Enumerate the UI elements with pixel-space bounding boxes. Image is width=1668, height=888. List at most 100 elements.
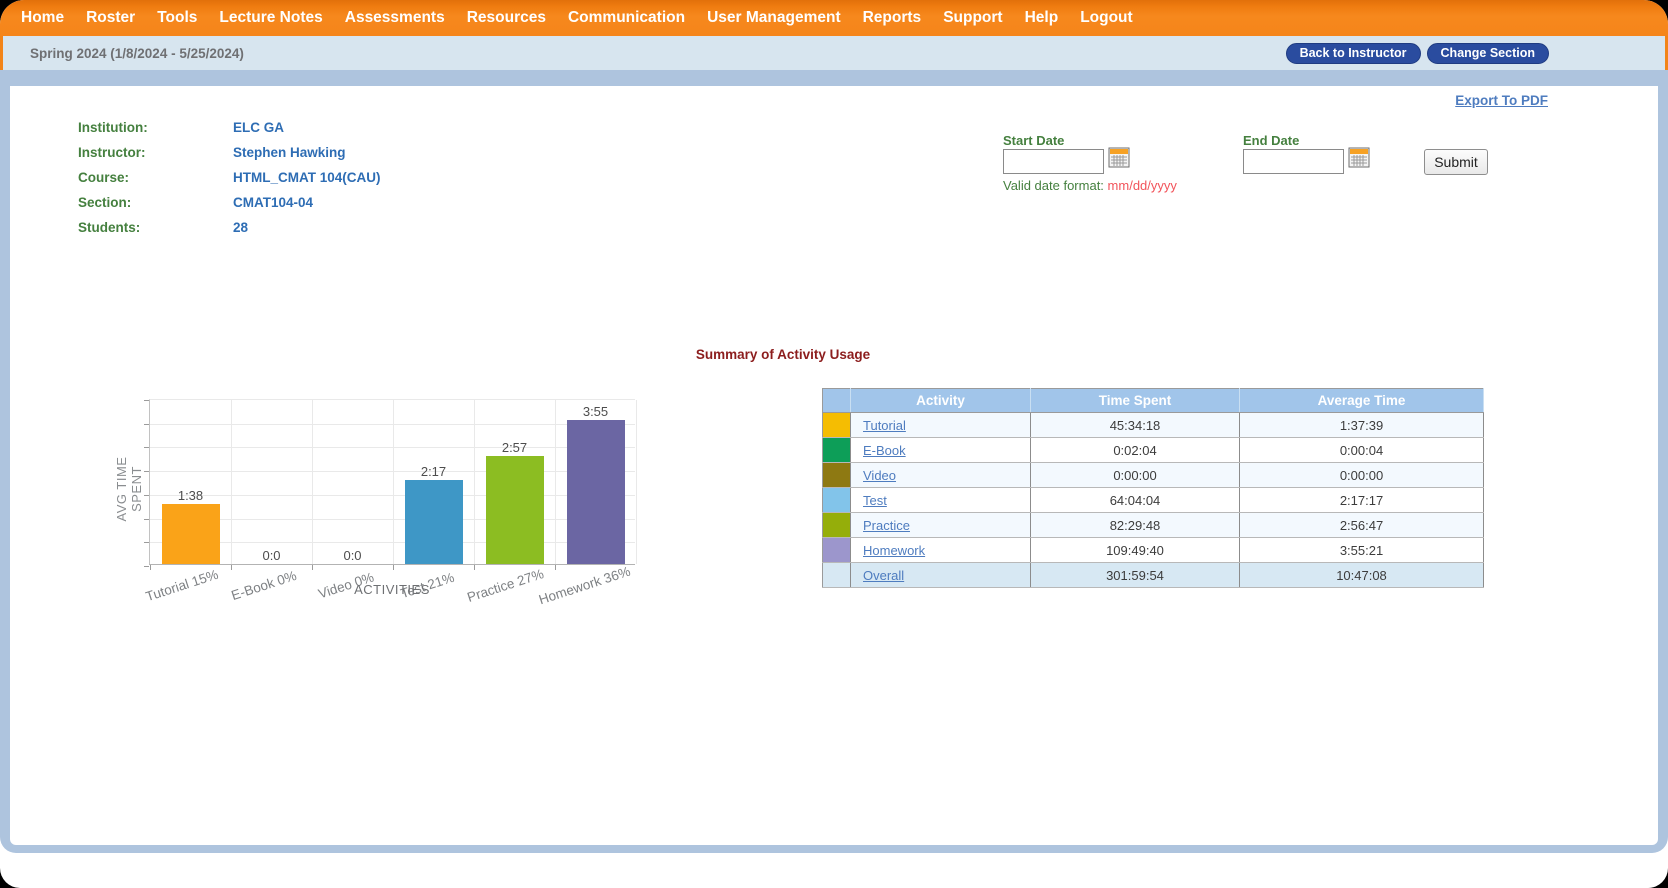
nav-item-roster[interactable]: Roster bbox=[75, 9, 146, 27]
nav-item-user-management[interactable]: User Management bbox=[696, 9, 852, 27]
bar-value-label: 0:0 bbox=[262, 548, 280, 563]
content-panel: Export To PDF Institution:ELC GAInstruct… bbox=[10, 86, 1658, 845]
cell-time-spent: 0:02:04 bbox=[1031, 438, 1240, 463]
bar-homework bbox=[567, 420, 625, 564]
chart-x-tick bbox=[312, 565, 313, 570]
cell-average-time: 2:17:17 bbox=[1240, 488, 1484, 513]
nav-item-reports[interactable]: Reports bbox=[852, 9, 933, 27]
cell-activity: Overall bbox=[851, 563, 1031, 588]
info-value-instructor: Stephen Hawking bbox=[233, 145, 381, 160]
bar-tutorial bbox=[162, 504, 220, 564]
activity-link-video[interactable]: Video bbox=[863, 468, 896, 483]
season-bar: Spring 2024 (1/8/2024 - 5/25/2024) Back … bbox=[0, 36, 1668, 70]
submit-button[interactable]: Submit bbox=[1424, 149, 1488, 175]
chart-y-tick bbox=[144, 447, 149, 448]
nav-item-logout[interactable]: Logout bbox=[1069, 9, 1144, 27]
activity-link-practice[interactable]: Practice bbox=[863, 518, 910, 533]
cell-average-time: 2:56:47 bbox=[1240, 513, 1484, 538]
bar-value-label: 3:55 bbox=[583, 404, 608, 419]
chart-x-tick bbox=[150, 565, 151, 570]
chart-x-axis-label: ACTIVITIES bbox=[242, 582, 542, 597]
bar-test bbox=[405, 480, 463, 564]
color-swatch bbox=[823, 488, 850, 512]
category-label-homework: Homework 36% bbox=[536, 564, 631, 608]
activity-link-overall[interactable]: Overall bbox=[863, 568, 904, 583]
chart-x-tick bbox=[231, 565, 232, 570]
column-header-time-spent: Time Spent bbox=[1031, 389, 1240, 413]
nav-item-support[interactable]: Support bbox=[932, 9, 1013, 27]
cell-time-spent: 45:34:18 bbox=[1031, 413, 1240, 438]
activity-link-homework[interactable]: Homework bbox=[863, 543, 925, 558]
table-header-row: ActivityTime SpentAverage Time bbox=[823, 389, 1484, 413]
cell-average-time: 0:00:04 bbox=[1240, 438, 1484, 463]
season-label: Spring 2024 (1/8/2024 - 5/25/2024) bbox=[30, 46, 244, 61]
chart-gridline bbox=[555, 400, 556, 564]
chart-gridline bbox=[474, 400, 475, 564]
cell-activity: Test bbox=[851, 488, 1031, 513]
bar-value-label: 2:57 bbox=[502, 440, 527, 455]
chart-gridline bbox=[636, 400, 637, 564]
start-date-calendar-icon[interactable] bbox=[1108, 147, 1130, 168]
content-frame: Export To PDF Institution:ELC GAInstruct… bbox=[0, 70, 1668, 853]
color-swatch bbox=[823, 413, 850, 437]
nav-item-resources[interactable]: Resources bbox=[456, 9, 557, 27]
column-header-activity: Activity bbox=[851, 389, 1031, 413]
date-format-hint: Valid date format: mm/dd/yyyy bbox=[1003, 178, 1177, 193]
course-info-block: Institution:ELC GAInstructor:Stephen Haw… bbox=[78, 120, 381, 235]
app-window: HomeRosterToolsLecture NotesAssessmentsR… bbox=[0, 0, 1668, 888]
info-value-students: 28 bbox=[233, 220, 381, 235]
start-date-label: Start Date bbox=[1003, 133, 1064, 148]
cell-time-spent: 0:00:00 bbox=[1031, 463, 1240, 488]
legend-swatch-empty bbox=[823, 563, 851, 588]
table-row: Test64:04:042:17:17 bbox=[823, 488, 1484, 513]
category-label-tutorial: Tutorial 15% bbox=[143, 567, 219, 605]
cell-average-time: 10:47:08 bbox=[1240, 563, 1484, 588]
nav-item-home[interactable]: Home bbox=[10, 9, 75, 27]
column-header-average-time: Average Time bbox=[1240, 389, 1484, 413]
chart-y-tick bbox=[144, 495, 149, 496]
color-swatch bbox=[823, 438, 850, 462]
chart-y-tick bbox=[144, 424, 149, 425]
nav-item-lecture-notes[interactable]: Lecture Notes bbox=[208, 9, 333, 27]
info-value-course: HTML_CMAT 104(CAU) bbox=[233, 170, 381, 185]
table-row: Homework109:49:403:55:21 bbox=[823, 538, 1484, 563]
nav-item-assessments[interactable]: Assessments bbox=[334, 9, 456, 27]
nav-item-tools[interactable]: Tools bbox=[146, 9, 208, 27]
info-label-students: Students: bbox=[78, 220, 233, 235]
bar-value-label: 0:0 bbox=[343, 548, 361, 563]
chart-y-tick bbox=[144, 566, 149, 567]
info-value-institution: ELC GA bbox=[233, 120, 381, 135]
chart-y-axis-label: AVG TIME SPENT bbox=[114, 434, 144, 544]
bar-practice bbox=[486, 456, 544, 564]
date-format-hint-label: Valid date format: bbox=[1003, 178, 1104, 193]
bar-value-label: 1:38 bbox=[178, 488, 203, 503]
info-label-section: Section: bbox=[78, 195, 233, 210]
change-section-button[interactable]: Change Section bbox=[1427, 43, 1549, 64]
date-format-hint-value: mm/dd/yyyy bbox=[1108, 178, 1177, 193]
top-nav-bar: HomeRosterToolsLecture NotesAssessmentsR… bbox=[0, 0, 1668, 36]
info-label-institution: Institution: bbox=[78, 120, 233, 135]
back-to-instructor-button[interactable]: Back to Instructor bbox=[1286, 43, 1421, 64]
chart-y-tick bbox=[144, 542, 149, 543]
nav-item-help[interactable]: Help bbox=[1014, 9, 1070, 27]
start-date-input[interactable] bbox=[1003, 149, 1104, 174]
activity-link-tutorial[interactable]: Tutorial bbox=[863, 418, 906, 433]
activity-link-test[interactable]: Test bbox=[863, 493, 887, 508]
chart-gridline bbox=[393, 400, 394, 564]
legend-swatch-video bbox=[823, 463, 851, 488]
cell-average-time: 0:00:00 bbox=[1240, 463, 1484, 488]
end-date-input[interactable] bbox=[1243, 149, 1344, 174]
legend-swatch-test bbox=[823, 488, 851, 513]
bar-value-label: 2:17 bbox=[421, 464, 446, 479]
info-label-course: Course: bbox=[78, 170, 233, 185]
cell-activity: Video bbox=[851, 463, 1031, 488]
table-row: Tutorial45:34:181:37:39 bbox=[823, 413, 1484, 438]
export-to-pdf-link[interactable]: Export To PDF bbox=[1455, 93, 1548, 108]
legend-swatch-practice bbox=[823, 513, 851, 538]
activity-summary-table: ActivityTime SpentAverage Time Tutorial 4… bbox=[822, 388, 1484, 588]
nav-item-communication[interactable]: Communication bbox=[557, 9, 696, 27]
chart-y-tick bbox=[144, 400, 149, 401]
chart-title: Summary of Activity Usage bbox=[483, 347, 1083, 362]
activity-link-e-book[interactable]: E-Book bbox=[863, 443, 906, 458]
end-date-calendar-icon[interactable] bbox=[1348, 147, 1370, 168]
